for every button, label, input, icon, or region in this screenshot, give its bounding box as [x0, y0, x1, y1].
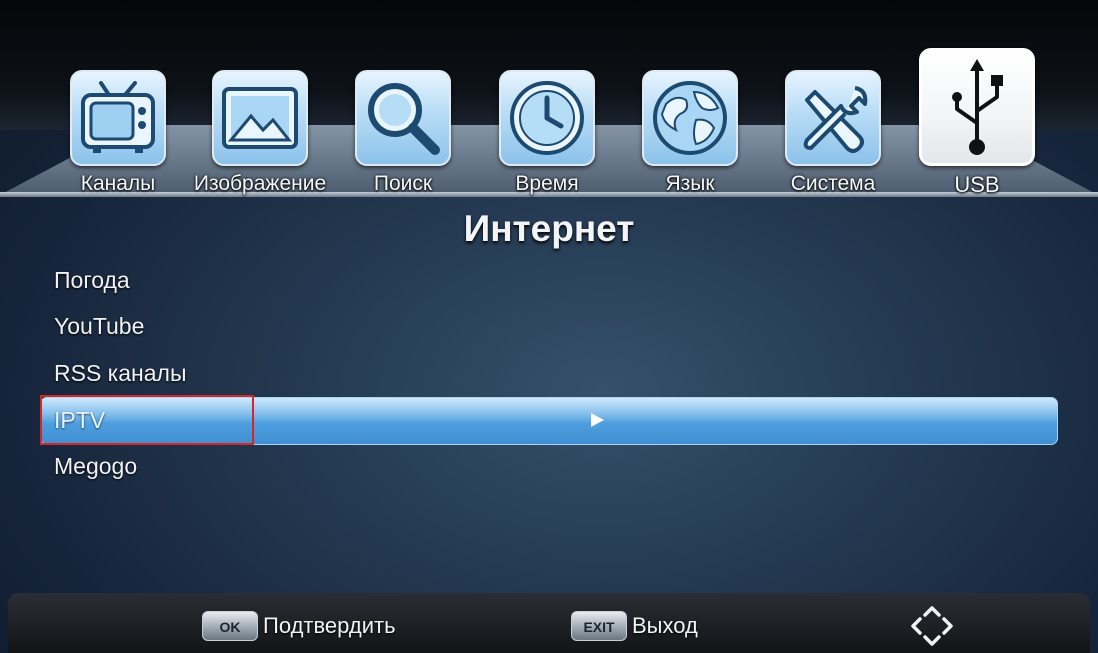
exit-key-icon: EXIT — [571, 611, 627, 641]
image-icon — [222, 87, 298, 149]
tab-label-system: Система — [790, 172, 876, 195]
tab-channels[interactable] — [70, 70, 166, 166]
menu-item-youtube[interactable]: YouTube — [54, 306, 454, 346]
usb-icon — [952, 59, 1003, 155]
tab-label-picture: Изображение — [193, 172, 327, 195]
clock-icon — [510, 81, 584, 155]
dpad-navigation-icon — [909, 604, 955, 648]
menu-item-rss[interactable]: RSS каналы — [54, 353, 454, 393]
menu-screen: Каналы Изображение Поиск Время Язык Сист… — [0, 0, 1098, 653]
tools-icon — [803, 86, 868, 153]
focus-outline — [40, 395, 254, 445]
tab-usb[interactable] — [919, 48, 1035, 166]
tab-time[interactable] — [499, 70, 595, 166]
tab-language[interactable] — [642, 70, 738, 166]
tab-label-time: Время — [515, 172, 579, 195]
tab-system[interactable] — [785, 70, 881, 166]
tab-label-channels: Каналы — [80, 172, 156, 195]
tab-label-usb: USB — [954, 172, 1000, 197]
page-title: Интернет — [463, 208, 635, 249]
ok-key-icon: OK — [202, 611, 258, 641]
submenu-arrow-icon — [591, 413, 604, 427]
tv-icon — [81, 81, 155, 153]
tab-label-search: Поиск — [373, 172, 433, 195]
menu-item-megogo[interactable]: Megogo — [54, 446, 454, 486]
menu-item-weather[interactable]: Погода — [54, 260, 454, 300]
tab-search[interactable] — [355, 70, 451, 166]
exit-hint: Выход — [632, 613, 698, 638]
tab-label-language: Язык — [665, 172, 715, 195]
tab-picture[interactable] — [212, 70, 308, 166]
confirm-hint: Подтвердить — [263, 613, 396, 638]
search-icon — [368, 83, 440, 155]
globe-icon — [653, 81, 727, 155]
